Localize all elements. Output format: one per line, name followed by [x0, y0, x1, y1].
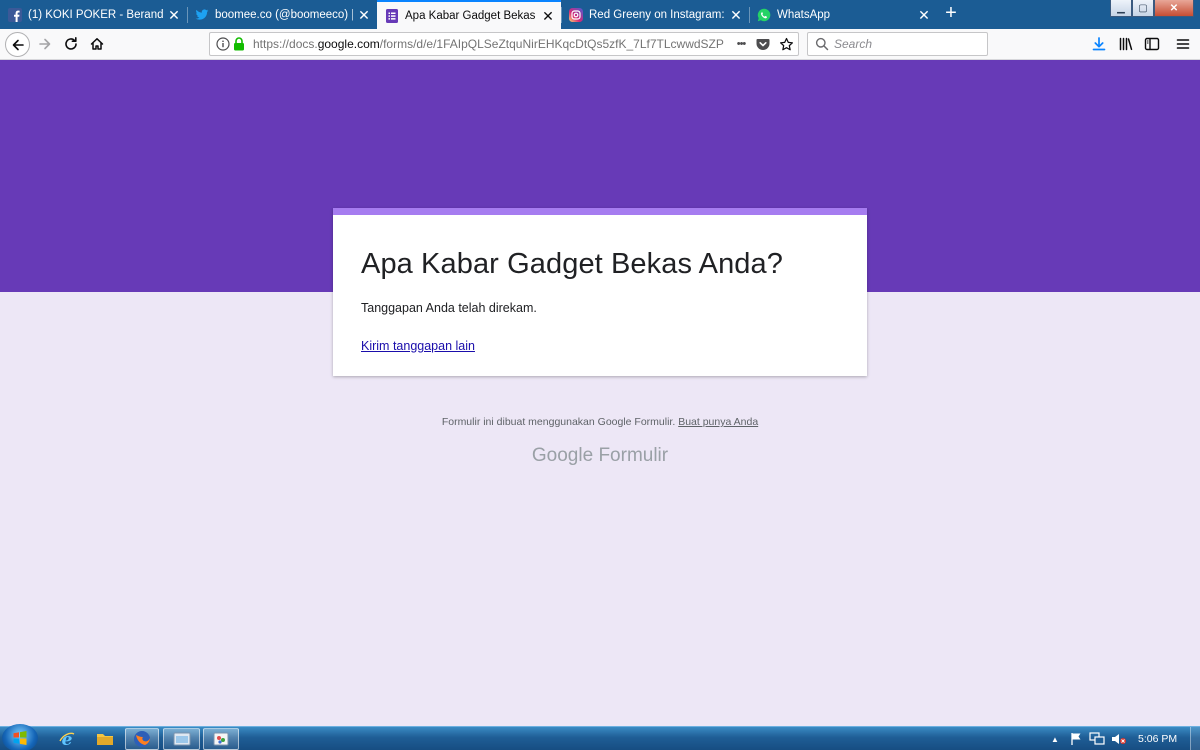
bookmark-star-icon[interactable]	[778, 36, 794, 52]
reload-icon	[65, 37, 77, 50]
url-path: /forms/d/e/1FAIpQLSeZtquNirEHKqcDtQs5zfK…	[379, 37, 724, 51]
library-icon	[1119, 37, 1133, 51]
reload-button[interactable]	[59, 32, 83, 56]
hamburger-menu-icon	[1176, 39, 1190, 49]
tab-title: Apa Kabar Gadget Bekas Anda?	[405, 9, 537, 22]
back-button[interactable]	[5, 32, 30, 57]
menu-button[interactable]	[1171, 32, 1195, 56]
tab-close-icon[interactable]: ✕	[167, 8, 181, 22]
search-placeholder: Search	[834, 37, 873, 51]
maximize-button[interactable]: ▢	[1132, 0, 1154, 17]
network-icon[interactable]	[1088, 727, 1106, 750]
form-page: Apa Kabar Gadget Bekas Anda? Tanggapan A…	[0, 60, 1200, 726]
pocket-icon[interactable]	[755, 36, 771, 52]
action-center-flag-icon[interactable]	[1068, 727, 1084, 750]
page-info-icon[interactable]	[215, 36, 231, 52]
tab-close-icon[interactable]: ✕	[729, 8, 743, 22]
submit-another-response-link[interactable]: Kirim tanggapan lain	[361, 339, 475, 353]
tab-title: Red Greeny on Instagram: “Nah	[589, 9, 725, 21]
search-icon	[815, 37, 829, 51]
form-footer: Formulir ini dibuat menggunakan Google F…	[0, 416, 1200, 428]
twitter-icon	[195, 8, 209, 22]
facebook-icon	[8, 8, 22, 22]
taskbar-file-explorer[interactable]	[88, 728, 122, 750]
forms-wordmark: Formulir	[598, 445, 669, 466]
tab-close-icon[interactable]: ✕	[541, 9, 555, 23]
window-controls: ▁ ▢ ✕	[1110, 0, 1194, 17]
sidebar-button[interactable]	[1140, 32, 1164, 56]
form-title: Apa Kabar Gadget Bekas Anda?	[361, 248, 783, 280]
confirmation-card: Apa Kabar Gadget Bekas Anda? Tanggapan A…	[333, 208, 867, 376]
start-button[interactable]	[2, 724, 38, 750]
back-arrow-icon	[12, 39, 24, 50]
sidebar-icon	[1144, 37, 1160, 51]
library-button[interactable]	[1114, 32, 1138, 56]
create-your-own-link[interactable]: Buat punya Anda	[678, 416, 758, 428]
file-explorer-icon	[97, 734, 113, 745]
minimize-button[interactable]: ▁	[1110, 0, 1132, 17]
tab-instagram[interactable]: Red Greeny on Instagram: “Nah ✕	[561, 1, 749, 29]
search-input[interactable]: Search	[807, 32, 988, 56]
taskbar-windows-explorer[interactable]	[163, 728, 200, 750]
windows-explorer-icon	[173, 732, 190, 746]
firefox-icon	[134, 731, 150, 747]
windows-logo-icon	[13, 731, 27, 745]
windows-taskbar: e ▲ 5:06 PM	[0, 724, 1200, 750]
tab-title: boomee.co (@boomeeco) | Tw	[215, 9, 353, 21]
taskbar-paint[interactable]	[203, 728, 239, 750]
download-arrow-icon	[1092, 37, 1106, 51]
google-forms-icon	[385, 8, 399, 23]
volume-muted-icon[interactable]	[1110, 727, 1128, 750]
taskbar-firefox[interactable]	[125, 728, 159, 750]
instagram-icon	[569, 8, 583, 22]
show-desktop-button[interactable]	[1190, 727, 1200, 750]
google-wordmark: Google	[531, 445, 594, 466]
confirmation-message: Tanggapan Anda telah direkam.	[361, 301, 537, 315]
page-actions-menu-icon[interactable]: •••	[730, 36, 752, 52]
tab-title: WhatsApp	[777, 9, 831, 21]
new-tab-button[interactable]: +	[941, 3, 961, 24]
system-clock[interactable]: 5:06 PM	[1138, 727, 1177, 750]
forward-button[interactable]	[33, 32, 57, 56]
show-hidden-icons-icon[interactable]: ▲	[1048, 727, 1062, 750]
tab-koki-poker[interactable]: (1) KOKI POKER - Beranda ✕	[0, 1, 187, 29]
footer-text: Formulir ini dibuat menggunakan Google F…	[441, 416, 676, 428]
internet-explorer-icon: e	[59, 730, 75, 748]
navigation-toolbar: https://docs.google.com/forms/d/e/1FAIpQ…	[0, 29, 1200, 60]
close-window-button[interactable]: ✕	[1154, 0, 1194, 17]
whatsapp-icon	[757, 8, 771, 22]
tab-boomee-twitter[interactable]: boomee.co (@boomeeco) | Tw ✕	[187, 1, 377, 29]
url-text[interactable]: https://docs.google.com/forms/d/e/1FAIpQ…	[253, 33, 728, 55]
tab-close-icon[interactable]: ✕	[357, 8, 371, 22]
secure-lock-icon[interactable]	[231, 36, 247, 52]
forward-arrow-icon	[39, 38, 51, 50]
google-forms-logo[interactable]: Google Formulir	[0, 445, 1200, 467]
paint-icon	[213, 732, 229, 746]
home-icon	[90, 38, 104, 50]
tab-strip: (1) KOKI POKER - Beranda ✕ boomee.co (@b…	[0, 0, 1200, 29]
tab-close-icon[interactable]: ✕	[917, 8, 931, 22]
taskbar-internet-explorer[interactable]: e	[50, 728, 84, 750]
tab-whatsapp[interactable]: WhatsApp ✕	[749, 1, 937, 29]
downloads-button[interactable]	[1087, 32, 1111, 56]
tab-google-form[interactable]: Apa Kabar Gadget Bekas Anda? ✕	[377, 0, 561, 29]
tab-title: (1) KOKI POKER - Beranda	[28, 9, 163, 21]
url-domain: google.com	[317, 37, 380, 51]
url-bar[interactable]: https://docs.google.com/forms/d/e/1FAIpQ…	[209, 32, 799, 56]
url-prefix: https://docs.	[253, 37, 318, 51]
home-button[interactable]	[85, 32, 109, 56]
